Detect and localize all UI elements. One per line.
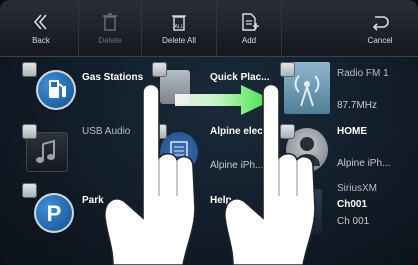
- favorites-edit-screen: Back Delete ALL Delete All Add Cancel Ga…: [0, 0, 418, 265]
- hand-pointer-right-icon: [225, 83, 316, 265]
- back-button[interactable]: Back: [4, 0, 78, 56]
- svg-text:ALL: ALL: [175, 24, 184, 30]
- hand-pointer-left-icon: [105, 83, 196, 265]
- checkbox-quick-place[interactable]: [152, 62, 167, 77]
- delete-all-button[interactable]: ALL Delete All: [142, 0, 216, 56]
- checkbox-park[interactable]: [22, 183, 37, 198]
- checkbox-usb-audio[interactable]: [22, 124, 37, 139]
- tile-label: Park: [82, 195, 104, 206]
- chevron-double-left-icon: [33, 13, 47, 30]
- tile-channel: Ch001: [337, 199, 368, 210]
- cancel-button[interactable]: Cancel: [345, 0, 415, 56]
- delete-all-label: Delete All: [162, 35, 196, 45]
- delete-label: Delete: [98, 35, 122, 45]
- tile-frequency: 87.7MHz: [337, 100, 378, 111]
- checkbox-gas-stations[interactable]: [22, 62, 37, 77]
- delete-button[interactable]: Delete: [79, 0, 141, 56]
- gas-station-icon: [36, 70, 76, 110]
- tile-label: Radio FM 1: [337, 68, 389, 79]
- tile-label: SiriusXM: [337, 183, 378, 194]
- parking-icon: P: [34, 193, 74, 233]
- return-arrow-icon: [372, 15, 389, 31]
- add-label: Add: [241, 35, 257, 45]
- tile-channel-name: Ch 001: [337, 216, 370, 227]
- trash-all-icon: ALL: [172, 14, 186, 31]
- cancel-label: Cancel: [367, 35, 393, 45]
- back-label: Back: [32, 35, 50, 45]
- toolbar: Back Delete ALL Delete All Add Cancel: [0, 0, 418, 57]
- svg-text:P: P: [47, 201, 62, 226]
- tile-device: Alpine iPh...: [337, 158, 391, 169]
- tile-label: HOME: [337, 126, 367, 137]
- trash-icon: [103, 12, 117, 31]
- checkbox-radio-fm1[interactable]: [280, 62, 295, 77]
- add-button[interactable]: Add: [217, 0, 281, 56]
- add-document-icon: [242, 12, 259, 31]
